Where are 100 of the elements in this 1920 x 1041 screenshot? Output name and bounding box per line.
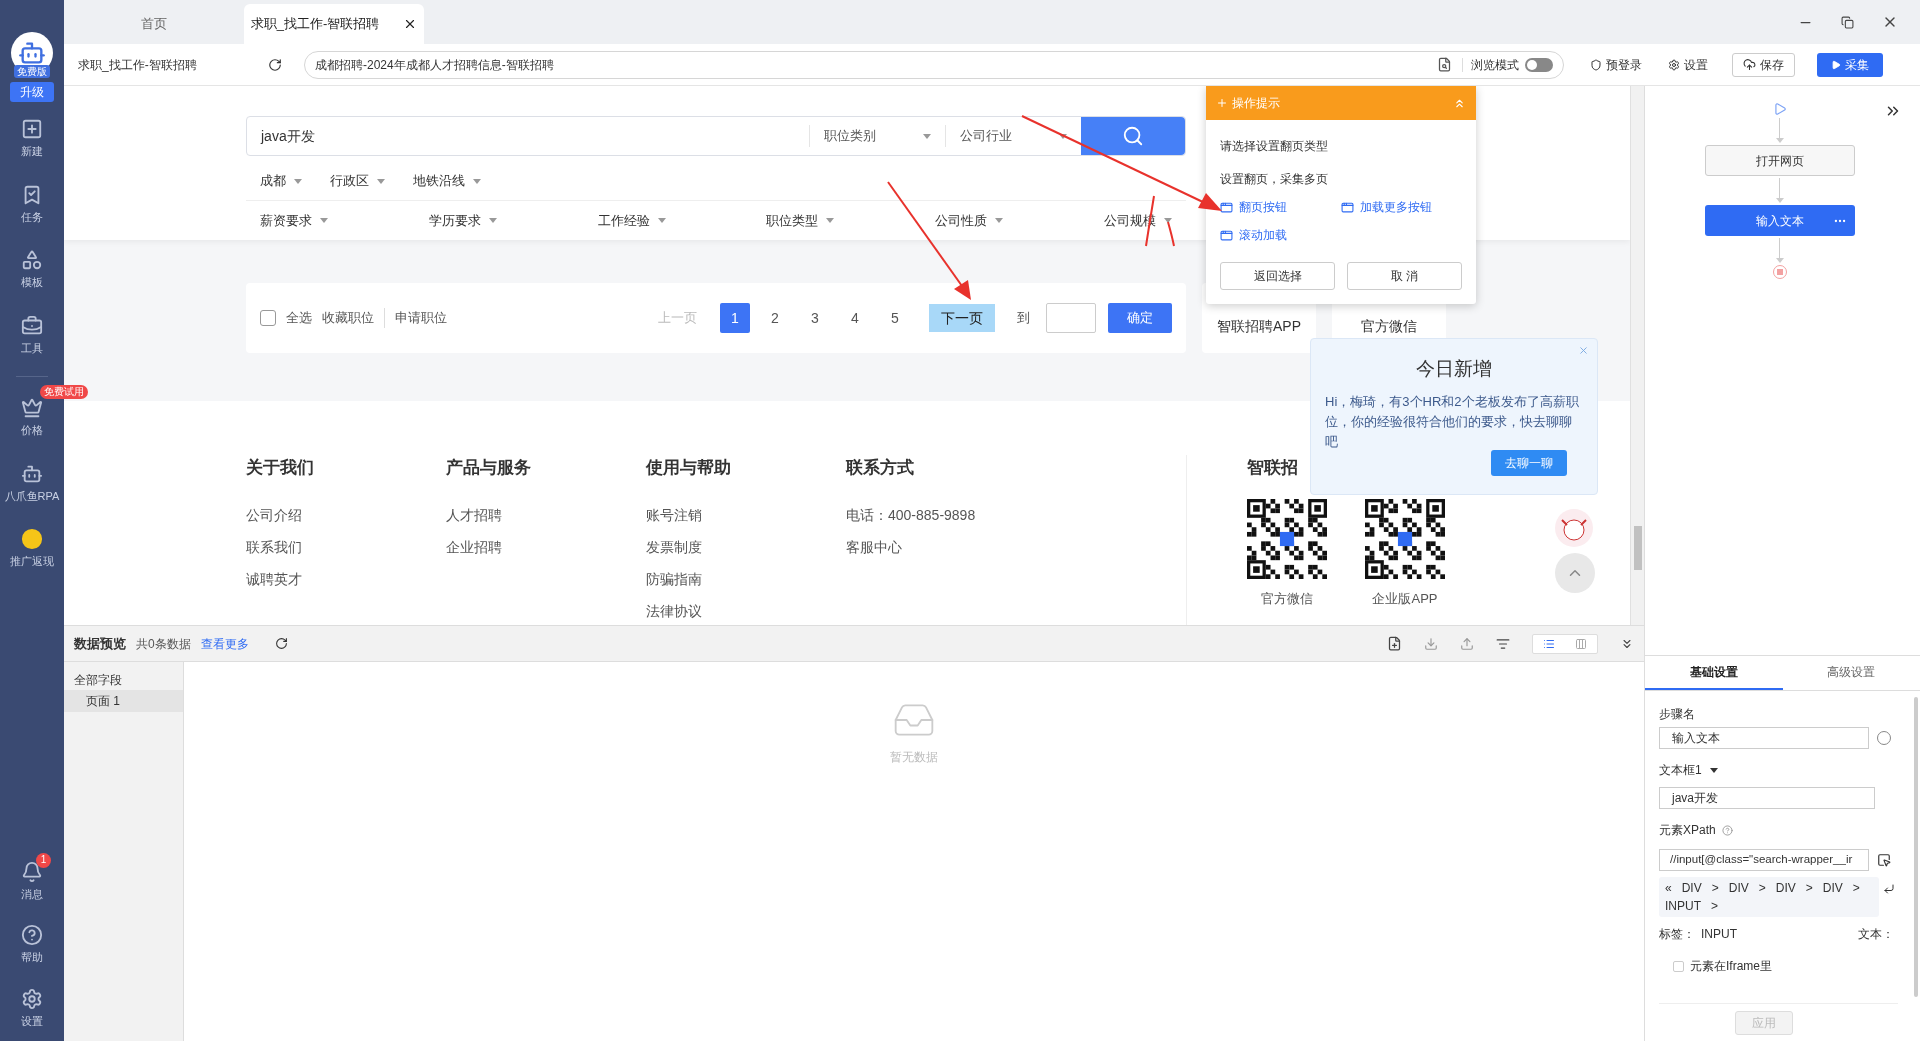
path-segment[interactable]: DIV [1822, 879, 1843, 897]
filter-dropdown[interactable]: 公司性质 [935, 210, 1004, 231]
checkbox[interactable] [260, 310, 276, 326]
page-button[interactable]: 4 [840, 303, 870, 333]
mode-toggle[interactable] [1525, 57, 1553, 72]
goto-label: 到 [1017, 309, 1030, 328]
sidebar-item[interactable]: 新建 [2, 112, 62, 166]
upload-icon[interactable] [1460, 636, 1474, 651]
qr-caption: 企业版APP [1372, 589, 1438, 608]
new-file-icon[interactable] [1387, 636, 1402, 651]
pick-element-icon[interactable] [1877, 853, 1891, 867]
window-icon [1341, 200, 1354, 214]
upgrade-button[interactable]: 升级 [10, 82, 54, 102]
textbox-value-field[interactable]: java开发 [1659, 787, 1875, 809]
footer-link[interactable]: 联系我们 [246, 530, 446, 563]
page-button[interactable]: 5 [880, 303, 910, 333]
sidebar-item[interactable]: 帮助 [2, 918, 62, 972]
next-page-button[interactable]: 下一页 [929, 304, 995, 332]
flow-step[interactable]: 输入文本 [1704, 205, 1855, 236]
columns-icon [1575, 637, 1587, 650]
page-icon[interactable] [1437, 57, 1452, 72]
dropdown[interactable]: 职位类别 [809, 125, 945, 147]
path-back[interactable]: « [1665, 879, 1672, 897]
page-input[interactable] [1046, 303, 1096, 333]
page-button[interactable]: 1 [720, 303, 750, 333]
checkbox[interactable] [1673, 960, 1684, 972]
qr-caption: 官方微信 [1261, 589, 1313, 608]
briefcase-icon [21, 314, 43, 337]
filter-dropdown[interactable]: 工作经验 [597, 210, 666, 231]
sidebar-item[interactable]: 推广返现 [2, 522, 62, 576]
footer-link[interactable]: 人才招聘 [446, 498, 646, 531]
refresh-icon[interactable] [274, 637, 288, 650]
search-button[interactable] [1081, 117, 1185, 155]
xpath-field[interactable]: //input[@class="search-wrapper__ir [1659, 849, 1869, 871]
footer-link[interactable]: 防骗指南 [646, 562, 846, 595]
view-more-link[interactable]: 查看更多 [200, 634, 249, 653]
browser-tab[interactable]: 求职_找工作-智联招聘 [244, 4, 424, 44]
page-button[interactable]: 2 [760, 303, 790, 333]
sidebar-item[interactable]: 任务 [2, 177, 62, 231]
settings-tab[interactable]: 高级设置 [1782, 656, 1920, 690]
field-item[interactable]: 页面 1 [64, 690, 183, 712]
popup-option[interactable]: 滚动加载 [1220, 226, 1341, 244]
footer-heading: 产品与服务 [446, 457, 532, 479]
filter-dropdown[interactable]: 行政区 [330, 171, 385, 191]
path-segment[interactable]: DIV [1728, 879, 1749, 897]
field-header: 全部字段 [73, 672, 123, 689]
footer-link[interactable]: 公司介绍 [246, 498, 446, 531]
footer-link[interactable]: 企业招聘 [446, 530, 646, 563]
filter-icon[interactable] [1496, 636, 1510, 651]
return-icon[interactable] [1883, 883, 1895, 895]
footer-heading: 使用与帮助 [646, 457, 732, 479]
filter-dropdown[interactable]: 地铁沿线 [413, 171, 481, 191]
path-segment[interactable]: DIV [1775, 879, 1796, 897]
settings-tab[interactable]: 基础设置 [1645, 656, 1783, 690]
restore-icon[interactable] [1841, 15, 1854, 29]
prelogin-button[interactable]: 预登录 [1590, 55, 1642, 74]
collect-button[interactable]: 采集 [1817, 52, 1883, 77]
popup-button[interactable]: 返回选择 [1220, 262, 1335, 290]
popup-button[interactable]: 取 消 [1347, 262, 1462, 290]
confirm-button[interactable]: 确定 [1108, 303, 1172, 333]
path-segment[interactable]: INPUT [1665, 897, 1701, 915]
caret-icon [923, 133, 931, 139]
browser-tab[interactable]: 首页 [64, 4, 244, 44]
footer-link[interactable]: 电话：400-885-9898 [846, 498, 1046, 531]
settings-button[interactable]: 设置 [1668, 55, 1708, 74]
textbox-selector[interactable]: 文本框1 [1659, 761, 1718, 779]
download-icon[interactable] [1424, 636, 1438, 651]
step-name-field[interactable]: 输入文本 [1659, 727, 1869, 749]
footer-link[interactable]: 账号注销 [646, 498, 846, 531]
play-icon [1831, 59, 1841, 70]
sidebar-item[interactable]: 八爪鱼RPA [2, 456, 62, 510]
window-icon [1220, 200, 1233, 214]
filter-dropdown[interactable]: 成都 [260, 171, 302, 191]
action-link[interactable]: 收藏职位 [312, 308, 384, 328]
refresh-icon[interactable] [268, 57, 282, 72]
popup-option[interactable]: 加载更多按钮 [1341, 198, 1462, 216]
sidebar-item[interactable]: 工具 [2, 308, 62, 362]
sidebar-item[interactable]: 模板 [2, 243, 62, 297]
caret-icon [826, 218, 835, 223]
footer-link[interactable]: 发票制度 [646, 530, 846, 563]
page-button[interactable]: 3 [800, 303, 830, 333]
popup-text: 请选择设置翻页类型 [1220, 138, 1329, 155]
footer-link[interactable]: 法律协议 [646, 594, 846, 625]
filter-dropdown[interactable]: 学历要求 [428, 210, 497, 231]
footer-link[interactable]: 诚聘英才 [246, 562, 446, 595]
action-link[interactable]: 申请职位 [384, 308, 457, 328]
search-field[interactable]: java开发 [247, 117, 809, 155]
flow-step[interactable]: 打开网页 [1704, 145, 1855, 176]
cloud-upload-icon [1743, 58, 1756, 71]
filter-dropdown[interactable]: 职位类型 [766, 210, 835, 231]
filter-dropdown[interactable]: 薪资要求 [260, 210, 328, 231]
sidebar-item[interactable]: 设置 [2, 981, 62, 1035]
notification-title: 今日新增 [1415, 357, 1493, 381]
popup-option[interactable]: 翻页按钮 [1220, 198, 1341, 216]
footer-link[interactable]: 客服中心 [846, 530, 1046, 563]
path-segment[interactable]: DIV [1681, 879, 1702, 897]
caret-icon [320, 218, 328, 223]
save-button[interactable]: 保存 [1732, 52, 1795, 77]
badge: 1 [36, 852, 51, 868]
footer-heading: 智联招 [1247, 457, 1299, 479]
